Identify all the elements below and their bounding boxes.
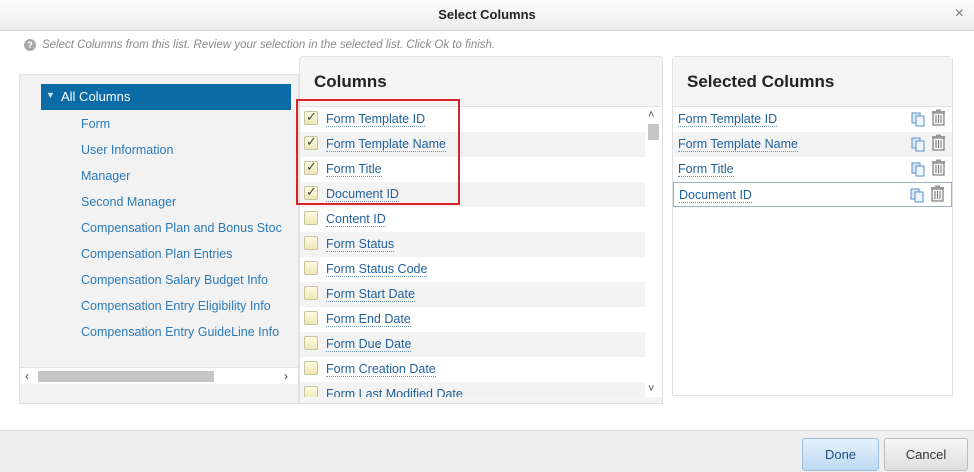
column-label[interactable]: Content ID (326, 212, 386, 227)
checkmark-icon: ✓ (306, 184, 317, 199)
column-label[interactable]: Form Status Code (326, 262, 428, 277)
scrollbar-thumb[interactable] (38, 371, 214, 382)
triangle-down-icon: ▼ (46, 90, 55, 100)
tree-root-label: All Columns (61, 89, 131, 104)
column-row[interactable]: Form Status Code (300, 257, 646, 282)
tree-item[interactable]: Compensation Entry Eligibility Info (81, 293, 299, 319)
category-tree-panel: ▼ All Columns Form User Information Mana… (19, 74, 299, 404)
column-row[interactable]: ✓ Document ID (300, 182, 646, 207)
close-icon[interactable]: × (955, 6, 964, 22)
column-row[interactable]: ✓ Form Template ID (300, 107, 646, 132)
column-label[interactable]: Form Creation Date (326, 362, 436, 377)
column-row[interactable]: Content ID (300, 207, 646, 232)
column-label[interactable]: Form Last Modified Date (326, 387, 463, 397)
selected-column-row[interactable]: Form Template ID (673, 107, 952, 132)
column-label[interactable]: Document ID (326, 187, 399, 202)
horizontal-scrollbar[interactable]: ‹ › (20, 367, 298, 384)
column-row[interactable]: Form Start Date (300, 282, 646, 307)
tree-item[interactable]: Form (81, 111, 299, 137)
copy-icon[interactable] (911, 112, 926, 127)
tree-item[interactable]: Manager (81, 163, 299, 189)
checkbox-icon[interactable] (304, 211, 318, 225)
tree-items: Form User Information Manager Second Man… (81, 111, 299, 345)
column-row[interactable]: Form Creation Date (300, 357, 646, 382)
help-icon: ? (24, 39, 36, 51)
dialog-titlebar: Select Columns × (0, 0, 974, 31)
tree-item[interactable]: Compensation Plan and Bonus Stoc (81, 215, 299, 241)
tree-item[interactable]: User Information (81, 137, 299, 163)
scroll-up-icon[interactable]: ˄ (648, 109, 654, 121)
column-row[interactable]: Form Last Modified Date (300, 382, 646, 397)
column-row[interactable]: Form End Date (300, 307, 646, 332)
scroll-down-icon[interactable]: ˅ (648, 383, 654, 395)
selected-columns-panel: Selected Columns Form Template ID Form Te… (672, 56, 953, 396)
trash-icon[interactable] (931, 109, 946, 126)
column-label[interactable]: Form Template Name (326, 137, 446, 152)
selected-column-label[interactable]: Form Title (678, 162, 734, 177)
instructions-text: Select Columns from this list. Review yo… (42, 39, 496, 51)
vertical-scrollbar[interactable]: ˄ ˅ (645, 107, 662, 397)
column-row[interactable]: ✓ Form Title (300, 157, 646, 182)
checkbox-icon[interactable]: ✓ (304, 184, 318, 200)
selected-column-row[interactable]: Form Template Name (673, 132, 952, 157)
columns-panel: Columns ✓ Form Template ID ✓ Form Template … (299, 56, 663, 404)
instructions: ? Select Columns from this list. Review … (24, 39, 495, 51)
checkbox-icon[interactable]: ✓ (304, 134, 318, 150)
selected-columns-heading: Selected Columns (673, 57, 952, 107)
column-label[interactable]: Form Status (326, 237, 395, 252)
checkbox-icon[interactable] (304, 311, 318, 325)
column-row[interactable]: Form Status (300, 232, 646, 257)
tree-item[interactable]: Compensation Entry GuideLine Info (81, 319, 299, 345)
checkbox-icon[interactable] (304, 386, 318, 397)
done-button[interactable]: Done (802, 438, 879, 471)
cancel-button[interactable]: Cancel (884, 438, 968, 471)
tree-item-all-columns[interactable]: ▼ All Columns (41, 84, 291, 110)
tree-item[interactable]: Second Manager (81, 189, 299, 215)
column-label[interactable]: Form End Date (326, 312, 411, 327)
tree-item[interactable]: Compensation Plan Entries (81, 241, 299, 267)
scrollbar-thumb[interactable] (648, 124, 659, 140)
checkbox-icon[interactable] (304, 336, 318, 350)
column-label[interactable]: Form Start Date (326, 287, 415, 302)
checkbox-icon[interactable]: ✓ (304, 109, 318, 125)
scroll-right-icon[interactable]: › (284, 369, 288, 383)
column-label[interactable]: Form Due Date (326, 337, 412, 352)
copy-icon[interactable] (910, 188, 925, 203)
trash-icon[interactable] (931, 159, 946, 176)
scroll-left-icon[interactable]: ‹ (25, 369, 29, 383)
checkbox-icon[interactable] (304, 261, 318, 275)
checkbox-icon[interactable] (304, 361, 318, 375)
columns-heading: Columns (300, 57, 662, 107)
selected-column-label[interactable]: Form Template ID (678, 112, 778, 127)
copy-icon[interactable] (911, 137, 926, 152)
column-label[interactable]: Form Template ID (326, 112, 426, 127)
column-row[interactable]: ✓ Form Template Name (300, 132, 646, 157)
columns-list: ✓ Form Template ID ✓ Form Template Name ✓ For… (300, 107, 646, 397)
selected-column-row[interactable]: Form Title (673, 157, 952, 182)
selected-column-row[interactable]: Document ID (673, 182, 952, 207)
checkbox-icon[interactable]: ✓ (304, 159, 318, 175)
checkbox-icon[interactable] (304, 236, 318, 250)
tree-item[interactable]: Compensation Salary Budget Info (81, 267, 299, 293)
trash-icon[interactable] (930, 185, 945, 202)
checkbox-icon[interactable] (304, 286, 318, 300)
checkmark-icon: ✓ (306, 109, 317, 124)
trash-icon[interactable] (931, 134, 946, 151)
copy-icon[interactable] (911, 162, 926, 177)
selected-column-label[interactable]: Form Template Name (678, 137, 798, 152)
dialog-footer: Done Cancel (0, 430, 974, 472)
selected-column-label[interactable]: Document ID (679, 188, 752, 203)
column-row[interactable]: Form Due Date (300, 332, 646, 357)
checkmark-icon: ✓ (306, 134, 317, 149)
checkmark-icon: ✓ (306, 159, 317, 174)
column-label[interactable]: Form Title (326, 162, 382, 177)
dialog-title: Select Columns (438, 7, 536, 22)
